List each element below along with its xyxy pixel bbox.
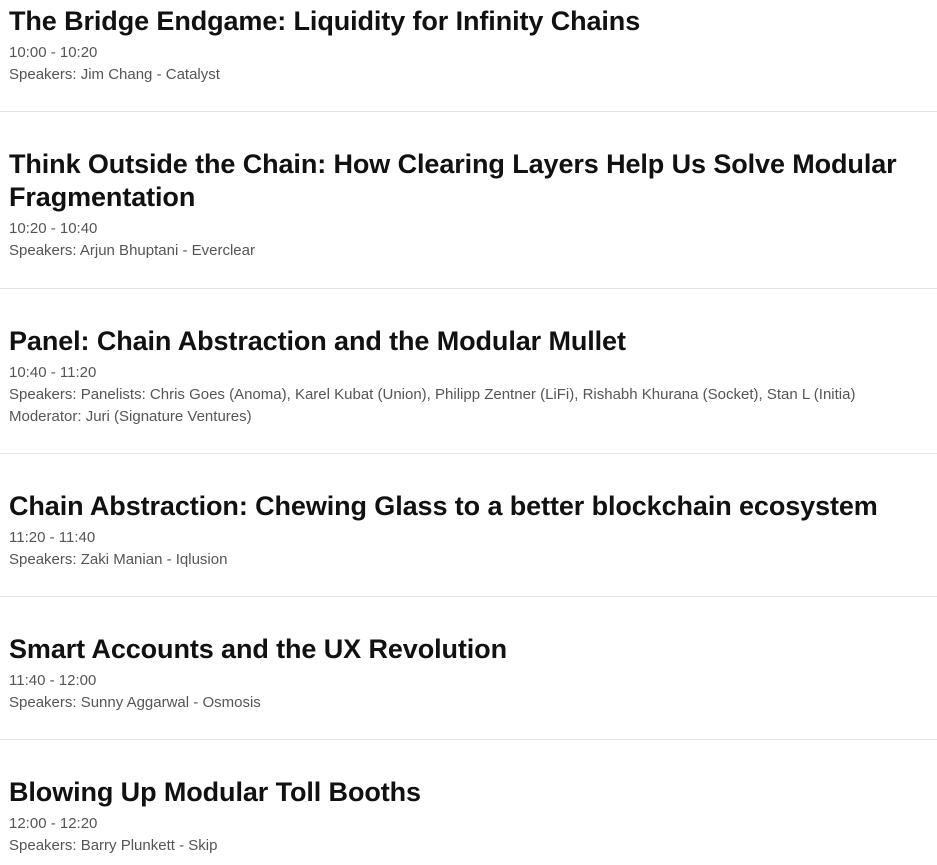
session-moderator: Moderator: Juri (Signature Ventures) — [9, 408, 252, 425]
session-item: Panel: Chain Abstraction and the Modular… — [0, 288, 937, 453]
session-speakers: Speakers: Arjun Bhuptani - Everclear — [9, 242, 255, 259]
session-time: 10:00 - 10:20 — [9, 44, 98, 61]
session-item: Smart Accounts and the UX Revolution 11:… — [0, 596, 937, 739]
session-speakers: Speakers: Sunny Aggarwal - Osmosis — [9, 694, 261, 711]
session-item: The Bridge Endgame: Liquidity for Infini… — [0, 0, 937, 111]
session-title[interactable]: Chain Abstraction: Chewing Glass to a be… — [9, 490, 937, 523]
session-speakers: Speakers: Barry Plunkett - Skip — [9, 837, 218, 854]
session-item: Blowing Up Modular Toll Booths 12:00 - 1… — [0, 739, 937, 865]
session-time: 10:20 - 10:40 — [9, 220, 98, 237]
session-time: 11:40 - 12:00 — [9, 672, 97, 689]
session-time: 11:20 - 11:40 — [9, 529, 96, 546]
session-title[interactable]: Smart Accounts and the UX Revolution — [9, 633, 937, 666]
session-speakers: Speakers: Panelists: Chris Goes (Anoma),… — [9, 386, 856, 403]
session-time: 10:40 - 11:20 — [9, 364, 97, 381]
session-time: 12:00 - 12:20 — [9, 815, 98, 832]
session-speakers: Speakers: Zaki Manian - Iqlusion — [9, 551, 228, 568]
session-title[interactable]: Blowing Up Modular Toll Booths — [9, 776, 937, 809]
session-title[interactable]: Think Outside the Chain: How Clearing La… — [9, 148, 937, 214]
session-title[interactable]: The Bridge Endgame: Liquidity for Infini… — [9, 5, 937, 38]
session-speakers: Speakers: Jim Chang - Catalyst — [9, 66, 220, 83]
session-title[interactable]: Panel: Chain Abstraction and the Modular… — [9, 325, 937, 358]
schedule-list: The Bridge Endgame: Liquidity for Infini… — [0, 0, 937, 865]
session-item: Chain Abstraction: Chewing Glass to a be… — [0, 453, 937, 596]
session-item: Think Outside the Chain: How Clearing La… — [0, 111, 937, 288]
